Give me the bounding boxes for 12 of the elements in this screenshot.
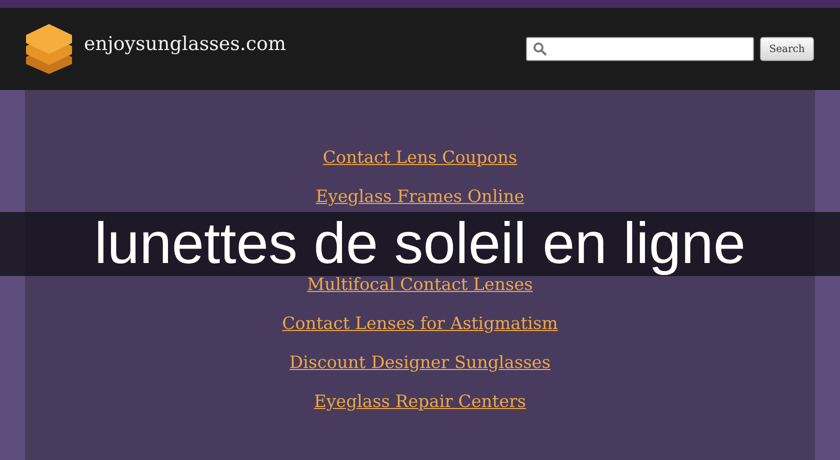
- link[interactable]: Contact Lens Coupons: [322, 146, 518, 170]
- link[interactable]: Contact Lenses for Astigmatism: [282, 312, 558, 336]
- site-name[interactable]: enjoysunglasses.com: [84, 33, 286, 55]
- search-button[interactable]: Search: [760, 37, 814, 61]
- link[interactable]: Discount Designer Sunglasses: [289, 351, 551, 375]
- link[interactable]: Eyeglass Frames Online: [316, 185, 524, 209]
- search-field[interactable]: [526, 37, 754, 61]
- link[interactable]: Multifocal Contact Lenses: [307, 273, 533, 297]
- link[interactable]: Eyeglass Repair Centers: [314, 390, 526, 414]
- search-icon: [533, 42, 547, 56]
- logo-icon: [26, 24, 72, 74]
- banner-title: lunettes de soleil en ligne: [94, 215, 746, 273]
